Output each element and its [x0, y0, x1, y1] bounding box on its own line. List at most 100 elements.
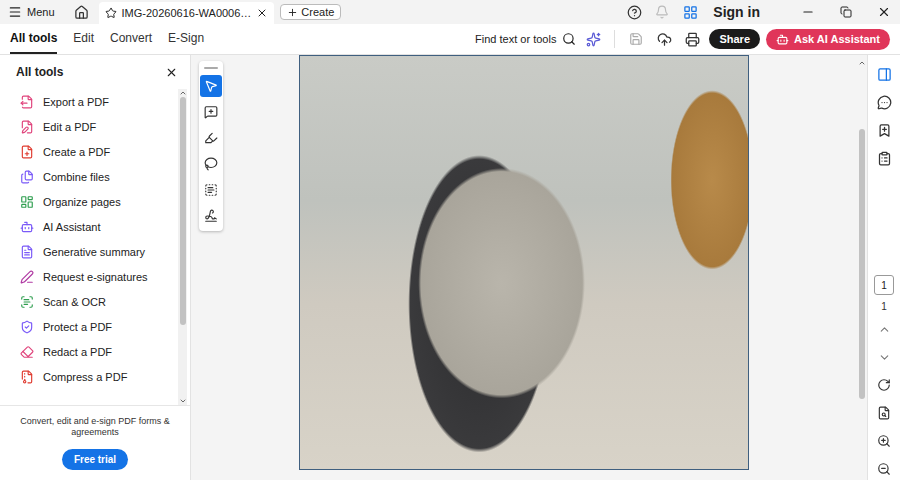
- quick-tool[interactable]: [200, 127, 222, 149]
- tool-item[interactable]: Generative summary: [20, 239, 178, 264]
- save-icon: [629, 32, 643, 46]
- home-button[interactable]: [71, 1, 93, 23]
- highlight-icon: [204, 131, 218, 145]
- minimize-icon: [801, 5, 815, 19]
- nav-tab[interactable]: E-Sign: [168, 24, 204, 54]
- ai-assistant-button[interactable]: Ask AI Assistant: [766, 29, 890, 50]
- tool-icon: [20, 120, 34, 134]
- tool-item[interactable]: Protect a PDF: [20, 314, 178, 339]
- pages-button[interactable]: [873, 147, 895, 169]
- tool-icon: [20, 220, 34, 234]
- tool-item[interactable]: Scan & OCR: [20, 289, 178, 314]
- quick-tool[interactable]: [200, 101, 222, 123]
- ai-tools-button[interactable]: [582, 28, 604, 50]
- tool-item[interactable]: Organize pages: [20, 189, 178, 214]
- pages-icon: [877, 151, 892, 166]
- minimize-button[interactable]: [792, 0, 824, 24]
- comments-button[interactable]: [873, 91, 895, 113]
- scroll-down-icon: [179, 397, 187, 405]
- chevron-down-icon: [878, 351, 891, 364]
- close-panel-icon[interactable]: [165, 66, 178, 79]
- next-page-button[interactable]: [873, 346, 895, 368]
- document-scrollbar[interactable]: [857, 55, 867, 480]
- tool-item[interactable]: Compress a PDF: [20, 364, 178, 389]
- tool-item[interactable]: Export a PDF: [20, 89, 178, 114]
- apps-button[interactable]: [679, 1, 701, 23]
- zoom-in-icon: [877, 434, 891, 448]
- tool-item[interactable]: Redact a PDF: [20, 339, 178, 364]
- document-tab[interactable]: IMG-20260616-WA0006…: [99, 2, 275, 24]
- create-button[interactable]: Create: [280, 4, 341, 20]
- home-icon: [74, 5, 89, 20]
- promo-text: Convert, edit and e-sign PDF forms & agr…: [8, 416, 182, 439]
- tool-icon: [20, 195, 34, 209]
- right-rail: 11: [867, 55, 900, 480]
- page-number-field[interactable]: 1: [874, 275, 894, 295]
- free-trial-button[interactable]: Free trial: [62, 449, 128, 470]
- print-button[interactable]: [681, 28, 703, 50]
- search-icon: [562, 32, 576, 46]
- panel-icon: [877, 67, 892, 82]
- text-select-icon: [204, 183, 218, 197]
- tool-icon: [20, 345, 34, 359]
- tool-icon: [20, 245, 34, 259]
- comment-icon: [877, 95, 892, 110]
- tools-panel: All toolsExport a PDFEdit a PDFCreate a …: [0, 55, 191, 480]
- scroll-up-icon: [858, 59, 866, 67]
- quick-tool[interactable]: [200, 75, 222, 97]
- help-button[interactable]: [623, 1, 645, 23]
- quick-tool[interactable]: [200, 153, 222, 175]
- printer-icon: [685, 32, 700, 47]
- scroll-thumb[interactable]: [180, 97, 186, 325]
- sparkles-icon: [586, 32, 601, 47]
- tool-icon: [20, 145, 34, 159]
- zoom-out-button[interactable]: [873, 458, 895, 480]
- zoom-in-button[interactable]: [873, 430, 895, 452]
- chevron-up-icon: [878, 323, 891, 336]
- help-icon: [627, 5, 642, 20]
- quick-tool[interactable]: [200, 205, 222, 227]
- acrobat-window: Menu IMG-20260616-WA0006… Create Sign in All…: [0, 0, 900, 480]
- scroll-thumb[interactable]: [859, 129, 865, 399]
- panel-scrollbar[interactable]: [178, 89, 187, 405]
- close-button[interactable]: [868, 0, 900, 24]
- find-button[interactable]: [873, 402, 895, 424]
- restore-button[interactable]: [830, 0, 862, 24]
- tool-item[interactable]: Edit a PDF: [20, 114, 178, 139]
- grip[interactable]: [204, 67, 218, 69]
- tools-list: Export a PDFEdit a PDFCreate a PDFCombin…: [0, 89, 178, 405]
- sign-icon: [204, 209, 218, 223]
- tool-item[interactable]: Request e-signatures: [20, 264, 178, 289]
- bookmarks-button[interactable]: [873, 119, 895, 141]
- save-button[interactable]: [625, 28, 647, 50]
- tool-item[interactable]: AI Assistant: [20, 214, 178, 239]
- quick-tool[interactable]: [200, 179, 222, 201]
- pdf-page: [299, 55, 749, 470]
- tool-item[interactable]: Combine files: [20, 164, 178, 189]
- previous-page-button[interactable]: [873, 318, 895, 340]
- close-tab-icon[interactable]: [256, 7, 268, 19]
- notifications-button[interactable]: [651, 1, 673, 23]
- find-tools[interactable]: Find text or tools: [475, 32, 576, 46]
- rotate-button[interactable]: [873, 374, 895, 396]
- share-button[interactable]: Share: [709, 29, 760, 49]
- nav-tab[interactable]: All tools: [10, 24, 57, 54]
- menu-button[interactable]: Menu: [8, 5, 65, 19]
- bell-icon: [655, 5, 669, 19]
- select-icon: [204, 79, 218, 93]
- plus-icon: [287, 7, 298, 18]
- document-canvas: [191, 55, 857, 480]
- tool-item[interactable]: Create a PDF: [20, 139, 178, 164]
- tool-icon: [20, 270, 34, 284]
- title-bar: Menu IMG-20260616-WA0006… Create Sign in: [0, 0, 900, 24]
- rotate-icon: [877, 378, 891, 392]
- nav-tab[interactable]: Edit: [73, 24, 94, 54]
- scroll-up-icon: [179, 89, 187, 97]
- sign-in-button[interactable]: Sign in: [707, 4, 786, 20]
- panel-button[interactable]: [873, 63, 895, 85]
- tool-icon: [20, 370, 34, 384]
- upload-button[interactable]: [653, 28, 675, 50]
- lasso-icon: [204, 157, 218, 171]
- tab-title: IMG-20260616-WA0006…: [122, 7, 252, 19]
- nav-tab[interactable]: Convert: [110, 24, 152, 54]
